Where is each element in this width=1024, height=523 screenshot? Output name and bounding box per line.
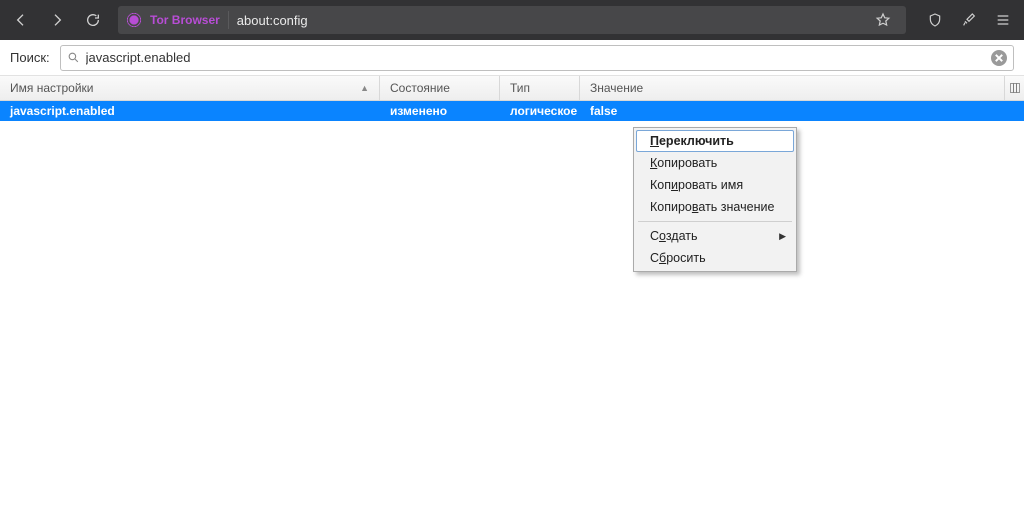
sparkle-button[interactable] <box>954 5 984 35</box>
column-header-state-label: Состояние <box>390 81 450 95</box>
column-header-name-label: Имя настройки <box>10 81 94 95</box>
chevron-right-icon: ▶ <box>779 231 786 242</box>
browser-chrome: Tor Browser about:config <box>0 0 1024 40</box>
reload-button[interactable] <box>78 5 108 35</box>
menu-item-create[interactable]: Создать ▶ <box>636 225 794 247</box>
arrow-left-icon <box>13 12 29 28</box>
column-headers: Имя настройки ▲ Состояние Тип Значение <box>0 76 1024 101</box>
menu-separator <box>638 221 792 222</box>
reload-icon <box>85 12 101 28</box>
column-picker-button[interactable] <box>1004 76 1024 100</box>
search-input[interactable] <box>86 50 985 65</box>
shield-button[interactable] <box>920 5 950 35</box>
column-header-value[interactable]: Значение <box>580 76 1024 100</box>
onion-icon <box>126 12 142 28</box>
pref-value: false <box>580 104 1024 118</box>
star-icon <box>875 12 891 28</box>
clear-search-button[interactable] <box>991 50 1007 66</box>
menu-item-reset-label: Сбросить <box>650 251 706 265</box>
url-bar[interactable]: Tor Browser about:config <box>118 6 906 34</box>
column-header-state[interactable]: Состояние <box>380 76 500 100</box>
column-header-type[interactable]: Тип <box>500 76 580 100</box>
arrow-right-icon <box>49 12 65 28</box>
pref-type: логическое <box>500 104 580 118</box>
search-row: Поиск: <box>0 40 1024 76</box>
menu-item-copy-value-label: Копировать значение <box>650 200 774 214</box>
url-text: about:config <box>237 13 860 28</box>
search-box[interactable] <box>60 45 1014 71</box>
search-icon <box>67 51 80 64</box>
forward-button[interactable] <box>42 5 72 35</box>
hamburger-icon <box>995 12 1011 28</box>
menu-item-copy-name-label: Копировать имя <box>650 178 743 192</box>
menu-item-copy-value[interactable]: Копировать значение <box>636 196 794 218</box>
menu-item-copy-name[interactable]: Копировать имя <box>636 174 794 196</box>
column-header-type-label: Тип <box>510 81 530 95</box>
back-button[interactable] <box>6 5 36 35</box>
column-header-value-label: Значение <box>590 81 643 95</box>
pref-row[interactable]: javascript.enabled изменено логическое f… <box>0 101 1024 121</box>
close-icon <box>995 54 1003 62</box>
url-separator <box>228 11 229 29</box>
bookmark-button[interactable] <box>868 5 898 35</box>
pref-name: javascript.enabled <box>0 104 380 118</box>
menu-item-copy-label: Копировать <box>650 156 717 170</box>
sparkle-icon <box>961 12 977 28</box>
menu-item-create-label: Создать <box>650 229 698 243</box>
menu-item-reset[interactable]: Сбросить <box>636 247 794 269</box>
search-label: Поиск: <box>10 50 50 65</box>
browser-brand: Tor Browser <box>150 13 220 27</box>
menu-button[interactable] <box>988 5 1018 35</box>
menu-item-toggle-label: Переключить <box>650 134 734 148</box>
sort-asc-icon: ▲ <box>360 83 369 93</box>
menu-item-toggle[interactable]: Переключить <box>636 130 794 152</box>
chrome-right-controls <box>920 5 1018 35</box>
column-picker-icon <box>1009 82 1021 94</box>
pref-state: изменено <box>380 104 500 118</box>
shield-icon <box>927 12 943 28</box>
column-header-name[interactable]: Имя настройки ▲ <box>0 76 380 100</box>
menu-item-copy[interactable]: Копировать <box>636 152 794 174</box>
context-menu: Переключить Копировать Копировать имя Ко… <box>633 127 797 272</box>
